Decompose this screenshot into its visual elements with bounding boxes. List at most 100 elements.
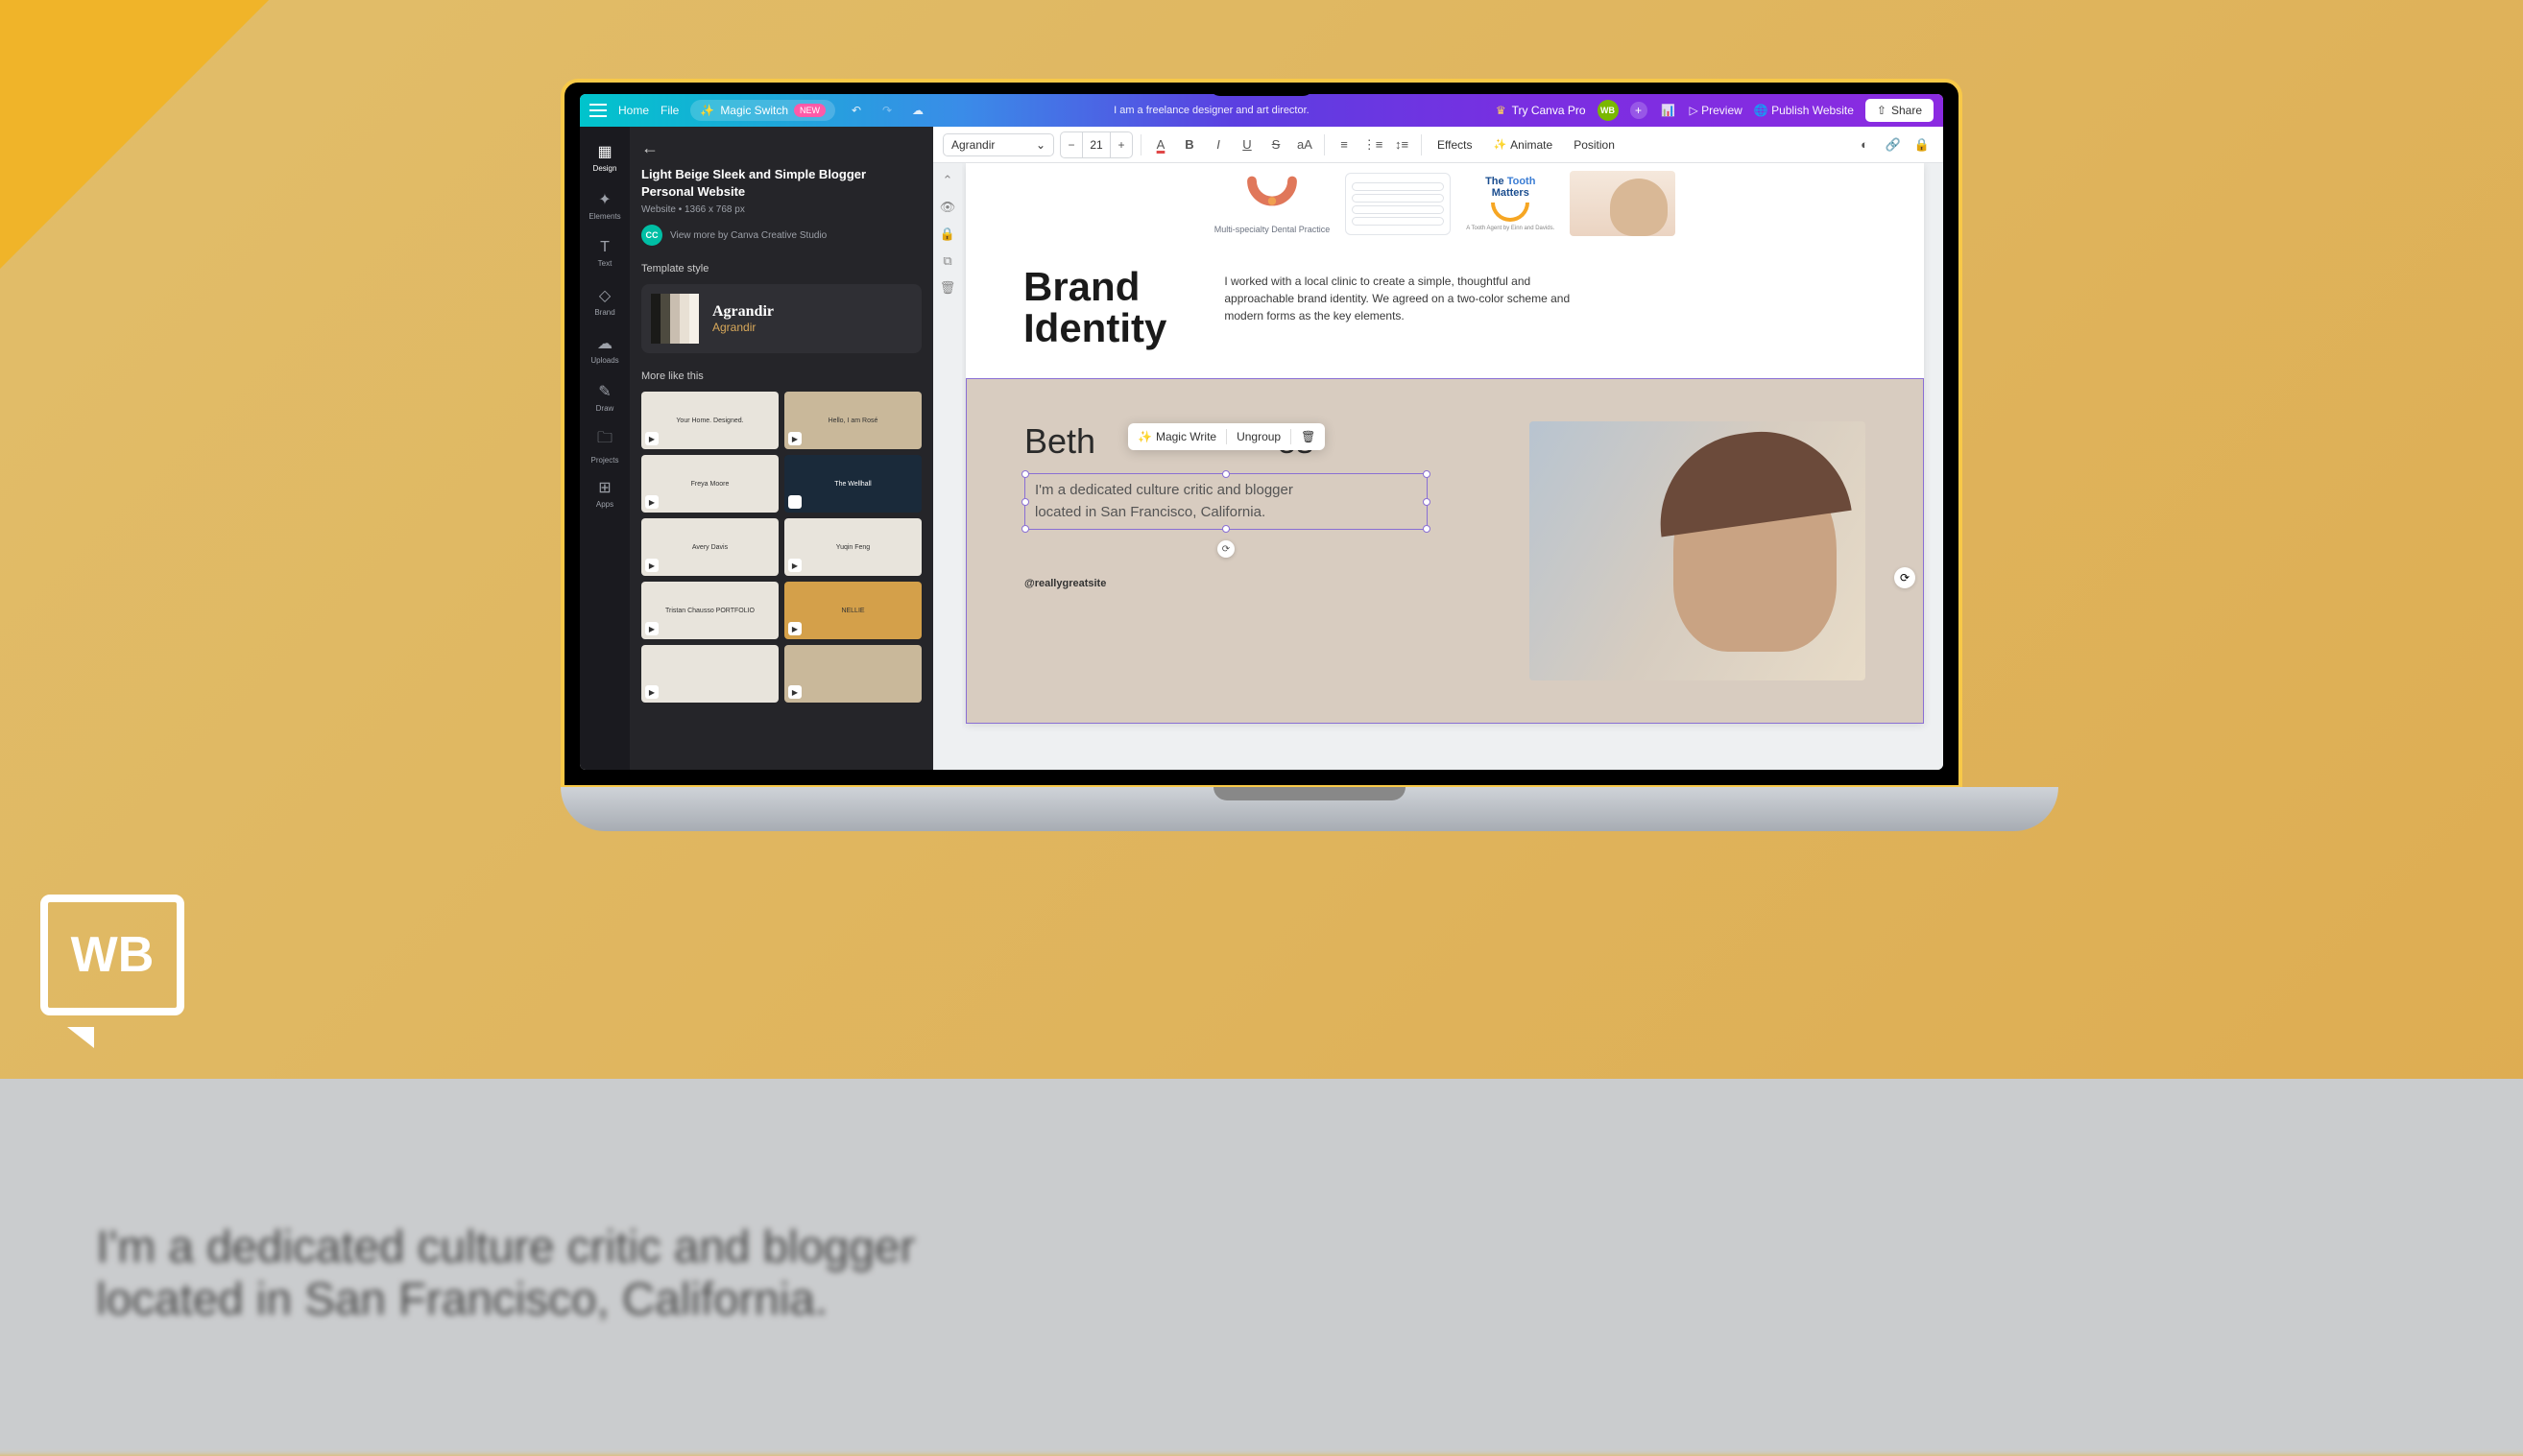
play-icon: ▶ <box>788 495 802 509</box>
transparency-icon[interactable]: ◐ <box>1853 133 1876 156</box>
magic-switch-button[interactable]: ✨Magic SwitchNEW <box>690 100 835 121</box>
wb-logo: WB <box>40 895 184 1029</box>
rail-draw[interactable]: ✎Draw <box>580 374 630 420</box>
share-icon: ⇧ <box>1877 104 1886 117</box>
back-button[interactable]: ← <box>641 138 922 158</box>
resize-handle[interactable] <box>1222 525 1230 533</box>
italic-icon[interactable]: I <box>1207 133 1230 156</box>
try-canva-pro-button[interactable]: ♛Try Canva Pro <box>1496 104 1586 117</box>
resize-handle[interactable] <box>1423 498 1430 506</box>
animate-button[interactable]: Animate <box>1485 134 1560 155</box>
uploads-icon: ☁ <box>597 334 613 353</box>
font-size-plus[interactable]: + <box>1111 132 1132 157</box>
undo-icon[interactable]: ↶ <box>847 104 866 117</box>
magic-write-button[interactable]: ✨Magic Write <box>1138 430 1216 443</box>
chevron-up-icon[interactable]: ⌃ <box>943 173 953 188</box>
blogger-section[interactable]: Beth es ✨Magic Write Ungroup <box>966 378 1924 724</box>
author-badge: CC <box>641 225 662 246</box>
template-thumb[interactable]: Yuqin Feng▶ <box>784 518 922 576</box>
resize-handle[interactable] <box>1021 470 1029 478</box>
duplicate-icon[interactable]: ⧉ <box>943 253 951 269</box>
refresh-badge[interactable]: ⟳ <box>1894 567 1915 588</box>
font-select[interactable]: Agrandir⌄ <box>943 133 1054 156</box>
play-icon: ▶ <box>645 495 659 509</box>
dental-logo: Multi-specialty Dental Practice <box>1214 173 1331 234</box>
play-icon: ▶ <box>788 432 802 445</box>
font-size-value[interactable]: 21 <box>1082 132 1111 157</box>
resize-handle[interactable] <box>1222 470 1230 478</box>
redo-icon[interactable]: ↷ <box>877 104 897 117</box>
trash-icon[interactable]: 🗑 <box>940 280 956 296</box>
case-icon[interactable]: aA <box>1293 133 1316 156</box>
position-button[interactable]: Position <box>1566 134 1622 155</box>
text-icon: T <box>600 239 610 256</box>
blogger-name[interactable]: Beth es ✨Magic Write Ungroup <box>1024 421 1491 462</box>
text-toolbar: Agrandir⌄ − 21 + A B I U S aA <box>933 127 1943 163</box>
text-color-icon[interactable]: A <box>1149 133 1172 156</box>
resize-handle[interactable] <box>1021 525 1029 533</box>
projects-icon: 🗀 <box>597 427 613 453</box>
delete-button[interactable]: 🗑 <box>1301 430 1315 443</box>
template-thumb[interactable]: Tristan Chausso PORTFOLIO▶ <box>641 582 779 639</box>
list-icon[interactable]: ⋮≡ <box>1361 133 1384 156</box>
play-icon: ▶ <box>645 559 659 572</box>
rail-projects[interactable]: 🗀Projects <box>580 422 630 468</box>
effects-button[interactable]: Effects <box>1430 134 1479 155</box>
canvas-page[interactable]: Multi-specialty Dental Practice The Toot… <box>966 163 1924 724</box>
add-member-button[interactable]: + <box>1630 102 1647 119</box>
rotate-handle[interactable]: ⟳ <box>1217 540 1235 558</box>
rail-text[interactable]: TText <box>580 230 630 276</box>
template-thumb[interactable]: Freya Moore▶ <box>641 455 779 513</box>
font-size-minus[interactable]: − <box>1061 132 1082 157</box>
ungroup-button[interactable]: Ungroup <box>1237 430 1281 443</box>
template-thumb[interactable]: The Wellhall▶ <box>784 455 922 513</box>
align-icon[interactable]: ≡ <box>1333 133 1356 156</box>
template-author[interactable]: CC View more by Canva Creative Studio <box>641 225 922 246</box>
file-link[interactable]: File <box>661 104 679 117</box>
play-icon: ▶ <box>645 622 659 635</box>
rail-elements[interactable]: ✦Elements <box>580 182 630 228</box>
play-icon: ▶ <box>645 685 659 699</box>
elements-icon: ✦ <box>598 190 611 209</box>
spacing-icon[interactable]: ↕≡ <box>1390 133 1413 156</box>
resize-handle[interactable] <box>1423 470 1430 478</box>
preview-button[interactable]: ▷ Preview <box>1690 104 1742 117</box>
resize-handle[interactable] <box>1021 498 1029 506</box>
rail-uploads[interactable]: ☁Uploads <box>580 326 630 372</box>
cloud-sync-icon[interactable]: ☁ <box>908 104 927 117</box>
dental-card <box>1345 173 1451 235</box>
template-thumb[interactable]: Hello, I am Rosé▶ <box>784 392 922 449</box>
selected-bio-text[interactable]: I'm a dedicated culture critic and blogg… <box>1024 473 1428 530</box>
style-card[interactable]: AgrandirAgrandir <box>641 284 922 353</box>
dental-hero-image <box>1570 171 1675 236</box>
resize-handle[interactable] <box>1423 525 1430 533</box>
bold-icon[interactable]: B <box>1178 133 1201 156</box>
share-button[interactable]: ⇧Share <box>1865 99 1934 122</box>
brand-identity-text: I worked with a local clinic to create a… <box>1224 267 1570 324</box>
publish-button[interactable]: 🌐 Publish Website <box>1754 104 1854 117</box>
link-icon[interactable]: 🔗 <box>1882 133 1905 156</box>
rail-design[interactable]: ▦Design <box>580 134 630 180</box>
user-avatar[interactable]: WB <box>1598 100 1619 121</box>
template-thumb[interactable]: Your Home. Designed.▶ <box>641 392 779 449</box>
template-thumb[interactable]: ▶ <box>641 645 779 703</box>
template-thumb[interactable]: Avery Davis▶ <box>641 518 779 576</box>
apps-icon: ⊞ <box>598 478 611 497</box>
doc-title[interactable]: I am a freelance designer and art direct… <box>939 105 1484 116</box>
lock-page-icon[interactable]: 🔒 <box>940 227 955 242</box>
lock-icon[interactable]: 🔒 <box>1910 133 1934 156</box>
rail-apps[interactable]: ⊞Apps <box>580 470 630 516</box>
template-thumb[interactable]: NELLIE▶ <box>784 582 922 639</box>
rail-brand[interactable]: ◇Brand <box>580 278 630 324</box>
template-style-label: Template style <box>641 263 922 274</box>
eye-icon[interactable]: 👁 <box>940 200 956 215</box>
draw-icon: ✎ <box>598 382 611 401</box>
strikethrough-icon[interactable]: S <box>1264 133 1287 156</box>
template-thumb[interactable]: ▶ <box>784 645 922 703</box>
chevron-down-icon: ⌄ <box>1036 138 1045 152</box>
home-link[interactable]: Home <box>618 104 649 117</box>
hamburger-icon[interactable] <box>589 104 607 117</box>
blogger-hero-image[interactable] <box>1529 421 1865 680</box>
underline-icon[interactable]: U <box>1236 133 1259 156</box>
insights-icon[interactable]: 📊 <box>1659 104 1678 117</box>
